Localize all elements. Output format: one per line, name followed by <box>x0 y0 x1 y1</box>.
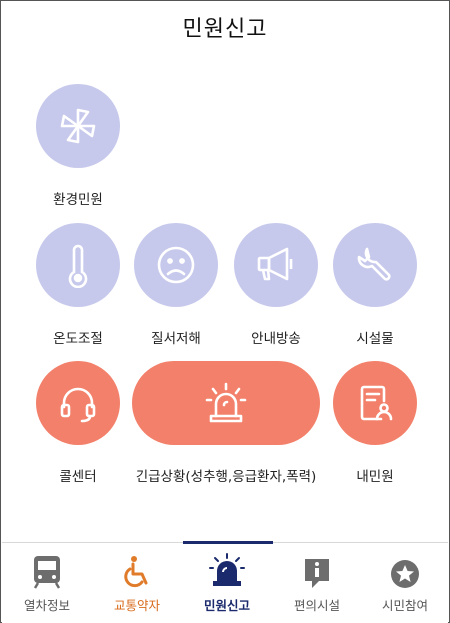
fan-icon-circle <box>36 84 120 168</box>
order-disturbance-button[interactable]: 질서저해 <box>133 223 219 347</box>
tab-citizen-participation[interactable]: 시민참여 <box>360 543 450 623</box>
thermometer-icon <box>68 244 88 288</box>
call-center-button[interactable]: 콜센터 <box>35 361 121 485</box>
my-complaints-label: 내민원 <box>356 469 394 485</box>
sad-face-icon <box>157 246 195 284</box>
broadcast-label: 안내방송 <box>251 331 301 347</box>
sad-face-icon-circle <box>134 223 218 307</box>
document-user-icon-circle <box>333 361 417 445</box>
page-title: 민원신고 <box>182 17 268 42</box>
wrench-icon-circle <box>333 223 417 307</box>
tab-label: 교통약자 <box>113 598 160 613</box>
star-icon <box>391 560 419 588</box>
wrench-icon <box>357 247 391 281</box>
emergency-button[interactable]: 긴급상황(성추행,응급환자,폭력) <box>132 361 320 485</box>
facility-button[interactable]: 시설물 <box>332 223 418 347</box>
fan-icon <box>60 108 96 144</box>
wheelchair-icon <box>124 556 148 588</box>
tab-label: 시민참여 <box>381 598 428 613</box>
bottom-tab-bar: 열차정보 교통약자 민원신고 편의시설 시민참여 <box>2 541 450 623</box>
temperature-label: 온도조절 <box>53 331 103 347</box>
train-icon <box>33 556 61 589</box>
siren-icon <box>209 553 245 586</box>
megaphone-icon <box>257 247 293 281</box>
tab-label: 민원신고 <box>203 598 250 613</box>
call-center-label: 콜센터 <box>59 469 97 485</box>
tab-label: 열차정보 <box>23 598 70 613</box>
info-icon <box>305 559 329 588</box>
announcement-button[interactable]: 안내방송 <box>233 223 319 347</box>
emergency-label: 긴급상황(성추행,응급환자,폭력) <box>135 469 317 485</box>
temperature-control-button[interactable]: 온도조절 <box>35 223 121 347</box>
environment-complaint-button[interactable]: 환경민원 <box>35 84 121 208</box>
tab-label: 편의시설 <box>293 598 340 613</box>
tab-complaint-report[interactable]: 민원신고 <box>182 543 272 623</box>
headset-icon-circle <box>36 361 120 445</box>
headset-icon <box>60 387 96 423</box>
thermometer-icon-circle <box>36 223 120 307</box>
siren-icon <box>205 382 247 423</box>
document-user-icon <box>360 385 393 421</box>
tab-train-info[interactable]: 열차정보 <box>2 543 92 623</box>
my-complaints-button[interactable]: 내민원 <box>332 361 418 485</box>
megaphone-icon-circle <box>234 223 318 307</box>
tab-convenience-facilities[interactable]: 편의시설 <box>272 543 362 623</box>
emergency-pill <box>132 361 320 445</box>
app-frame: 민원신고 환경민원 온도조절 질서저해 안내방송 시설물 콜센터 긴급상황(성추… <box>0 0 450 623</box>
environment-label: 환경민원 <box>53 192 103 208</box>
order-label: 질서저해 <box>151 331 201 347</box>
facility-label: 시설물 <box>356 331 394 347</box>
tab-mobility-impaired[interactable]: 교통약자 <box>92 543 182 623</box>
